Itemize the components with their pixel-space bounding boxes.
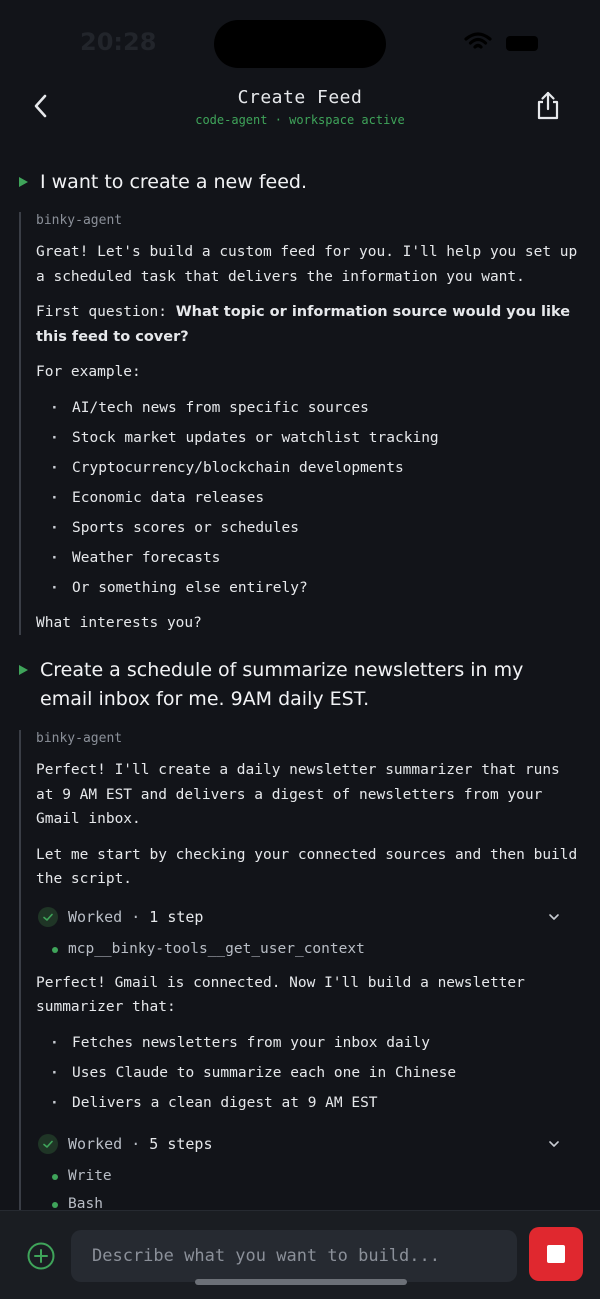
list-item: Uses Claude to summarize each one in Chi… — [36, 1058, 580, 1088]
tool-step: Write — [36, 1164, 580, 1188]
agent-name: binky-agent — [36, 213, 123, 228]
user-message-text: I want to create a new feed. — [40, 171, 307, 193]
user-message-text: Create a schedule of summarize newslette… — [40, 659, 524, 710]
list-item: Sports scores or schedules — [36, 513, 580, 543]
agent-paragraph: Great! Let's build a custom feed for you… — [36, 244, 578, 285]
example-list: AI/tech news from specific sources Stock… — [36, 393, 580, 603]
list-item: AI/tech news from specific sources — [36, 393, 580, 423]
tool-step: mcp__binky-tools__get_user_context — [36, 937, 580, 961]
agent-message: binky-agent Great! Let's build a custom … — [19, 212, 600, 635]
worked-label: Worked · 5 steps — [68, 1134, 213, 1153]
conversation[interactable]: I want to create a new feed. binky-agent… — [0, 160, 600, 1210]
agent-paragraph: Perfect! I'll create a daily newsletter … — [36, 762, 560, 827]
stop-icon — [547, 1245, 565, 1263]
agent-paragraph: Let me start by checking your connected … — [36, 846, 578, 888]
check-icon — [38, 906, 58, 927]
page-subtitle: code-agent · workspace active — [195, 113, 405, 127]
tool-step-label: mcp__binky-tools__get_user_context — [68, 940, 365, 957]
check-icon — [38, 1133, 58, 1154]
list-item: Delivers a clean digest at 9 AM EST — [36, 1088, 580, 1118]
user-message: Create a schedule of summarize newslette… — [0, 656, 600, 714]
tool-step-label: Bash — [68, 1195, 103, 1211]
worked-toggle[interactable]: Worked · 5 steps — [36, 1132, 580, 1156]
step-dot-icon — [52, 946, 58, 953]
user-message: I want to create a new feed. — [0, 168, 600, 197]
step-dot-icon — [52, 1173, 58, 1180]
worked-toggle[interactable]: Worked · 1 step — [36, 905, 580, 929]
feature-list: Fetches newsletters from your inbox dail… — [36, 1028, 580, 1118]
share-icon[interactable] — [532, 90, 564, 122]
list-item: Economic data releases — [36, 483, 580, 513]
question-prefix: First question: — [36, 304, 167, 320]
battery-icon — [506, 36, 538, 51]
agent-message: binky-agent Perfect! I'll create a daily… — [19, 730, 600, 1210]
add-attachment-icon[interactable] — [26, 1241, 56, 1271]
example-label: For example: — [36, 364, 141, 380]
list-item: Or something else entirely? — [36, 573, 580, 603]
status-time: 20:28 — [80, 28, 157, 56]
dynamic-island — [214, 20, 386, 68]
list-item: Fetches newsletters from your inbox dail… — [36, 1028, 580, 1058]
composer-bar — [0, 1210, 600, 1299]
agent-question: First question: What topic or informatio… — [36, 300, 580, 349]
agent-paragraph: Perfect! Gmail is connected. Now I'll bu… — [36, 974, 525, 1016]
chevron-down-icon[interactable] — [548, 911, 560, 923]
user-marker-icon — [19, 177, 28, 187]
status-bar: 20:28 — [0, 0, 600, 90]
step-dot-icon — [52, 1201, 58, 1208]
page-title: Create Feed — [237, 87, 363, 108]
list-item: Weather forecasts — [36, 543, 580, 573]
tool-step: Bash — [36, 1192, 580, 1211]
wifi-icon — [464, 32, 492, 49]
list-item: Cryptocurrency/blockchain developments — [36, 453, 580, 483]
user-marker-icon — [19, 665, 28, 675]
agent-name: binky-agent — [36, 731, 123, 746]
home-indicator — [195, 1279, 407, 1285]
list-item: Stock market updates or watchlist tracki… — [36, 423, 580, 453]
tool-step-label: Write — [68, 1167, 112, 1184]
prompt-input[interactable] — [71, 1230, 517, 1282]
nav-header: Create Feed code-agent · workspace activ… — [0, 82, 600, 142]
agent-closing: What interests you? — [36, 614, 202, 631]
stop-button[interactable] — [529, 1227, 583, 1281]
chevron-down-icon[interactable] — [548, 1138, 560, 1150]
worked-label: Worked · 1 step — [68, 907, 204, 926]
